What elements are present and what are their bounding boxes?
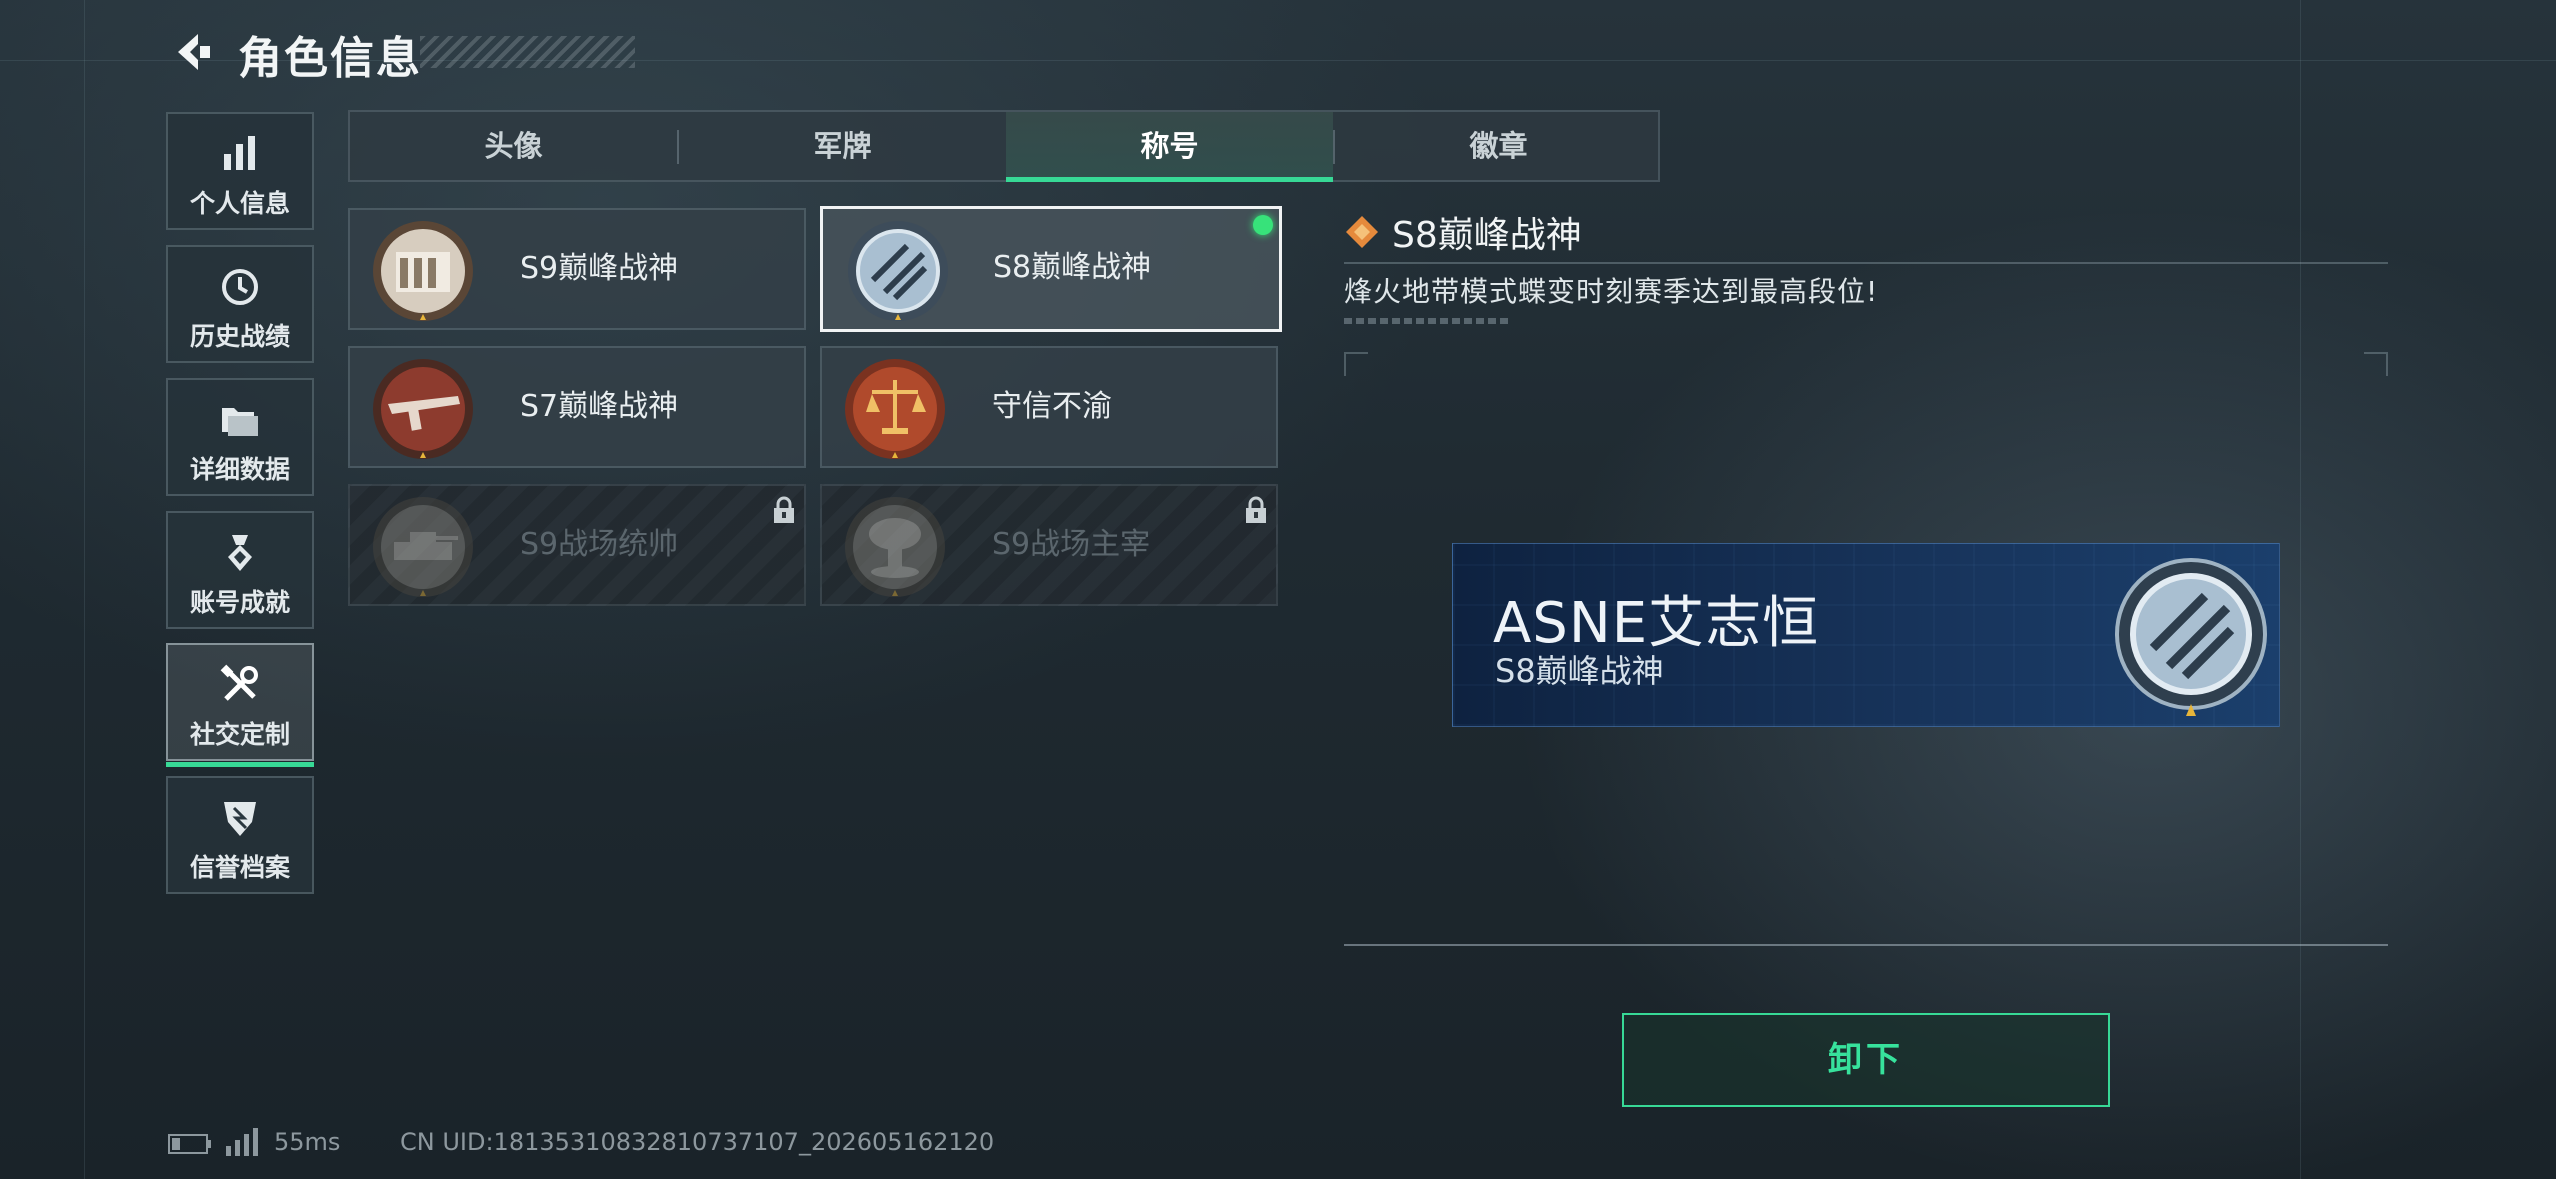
sidebar-item-label: 个人信息 bbox=[189, 189, 290, 218]
tab-title[interactable]: 称号 bbox=[1006, 112, 1333, 182]
title-name: 守信不渝 bbox=[992, 389, 1112, 424]
lock-icon bbox=[772, 496, 796, 524]
title-name: S9战场主宰 bbox=[992, 527, 1151, 562]
sidebar-item-reputation[interactable]: 信誉档案 bbox=[166, 776, 314, 894]
tank-emblem-icon bbox=[370, 494, 476, 600]
sidebar-item-label: 详细数据 bbox=[189, 455, 290, 484]
decor-line bbox=[84, 0, 85, 1179]
uid-text: CN UID:18135310832810737107_202605162120 bbox=[400, 1128, 995, 1156]
history-clock-icon bbox=[218, 265, 262, 309]
tab-badge[interactable]: 徽章 bbox=[1335, 112, 1662, 180]
title-card[interactable]: 守信不渝 bbox=[820, 346, 1278, 468]
scales-emblem-icon bbox=[842, 356, 948, 462]
sidebar-item-achievements[interactable]: 账号成就 bbox=[166, 511, 314, 629]
sidebar-item-label: 信誉档案 bbox=[189, 853, 290, 882]
tab-avatar[interactable]: 头像 bbox=[350, 112, 677, 180]
lock-icon bbox=[1244, 496, 1268, 524]
shield-badge-icon bbox=[218, 796, 262, 840]
tools-icon bbox=[218, 663, 262, 707]
bar-chart-icon bbox=[218, 132, 262, 176]
blue-crest-emblem-icon bbox=[845, 218, 951, 324]
sidebar-item-personal-info[interactable]: 个人信息 bbox=[166, 112, 314, 230]
title-card[interactable]: S7巅峰战神 bbox=[348, 346, 806, 468]
divider bbox=[1344, 944, 2388, 946]
sidebar-item-match-history[interactable]: 历史战绩 bbox=[166, 245, 314, 363]
unequip-button[interactable]: 卸下 bbox=[1622, 1013, 2110, 1107]
equipped-indicator bbox=[1253, 215, 1273, 235]
tab-dogtag[interactable]: 军牌 bbox=[679, 112, 1006, 180]
title-card-locked[interactable]: S9战场统帅 bbox=[348, 484, 806, 606]
title-name: S9巅峰战神 bbox=[520, 251, 679, 286]
sidebar-item-detailed-data[interactable]: 详细数据 bbox=[166, 378, 314, 496]
folder-icon bbox=[218, 398, 262, 442]
medal-icon bbox=[218, 531, 262, 575]
sidebar-item-label: 社交定制 bbox=[189, 720, 290, 749]
title-card-locked[interactable]: S9战场主宰 bbox=[820, 484, 1278, 606]
ping-text: 55ms bbox=[274, 1128, 341, 1156]
nameplate-preview: ASNE艾志恒 S8巅峰战神 bbox=[1452, 543, 2280, 727]
title-card-selected[interactable]: S8巅峰战神 bbox=[820, 206, 1282, 332]
detail-description: 烽火地带模式蝶变时刻赛季达到最高段位! bbox=[1344, 275, 1879, 308]
detail-title: S8巅峰战神 bbox=[1392, 215, 1582, 256]
blue-crest-emblem-icon bbox=[2111, 554, 2271, 724]
page-title: 角色信息 bbox=[238, 33, 422, 84]
mushroom-cloud-emblem-icon bbox=[842, 494, 948, 600]
title-card[interactable]: S9巅峰战神 bbox=[348, 208, 806, 330]
frame-corner bbox=[2364, 352, 2388, 376]
sidebar-item-social-custom[interactable]: 社交定制 bbox=[166, 643, 314, 767]
title-name: S7巅峰战神 bbox=[520, 389, 679, 424]
back-arrow-icon[interactable] bbox=[168, 28, 216, 76]
signal-icon bbox=[224, 1128, 260, 1158]
nameplate-title: S8巅峰战神 bbox=[1495, 652, 1664, 690]
decor-dots bbox=[1344, 318, 1508, 324]
title-decoration bbox=[420, 36, 635, 68]
title-name: S8巅峰战神 bbox=[993, 250, 1152, 285]
diamond-rank-icon bbox=[1344, 214, 1380, 250]
sidebar-item-label: 账号成就 bbox=[189, 588, 290, 617]
divider bbox=[1344, 262, 2388, 264]
frame-corner bbox=[1344, 352, 1368, 376]
building-emblem-icon bbox=[370, 218, 476, 324]
rifle-emblem-icon bbox=[370, 356, 476, 462]
title-name: S9战场统帅 bbox=[520, 527, 679, 562]
battery-icon bbox=[168, 1132, 212, 1156]
sidebar-item-label: 历史战绩 bbox=[189, 322, 290, 351]
tab-bar: 头像 军牌 称号 徽章 bbox=[348, 110, 1660, 182]
